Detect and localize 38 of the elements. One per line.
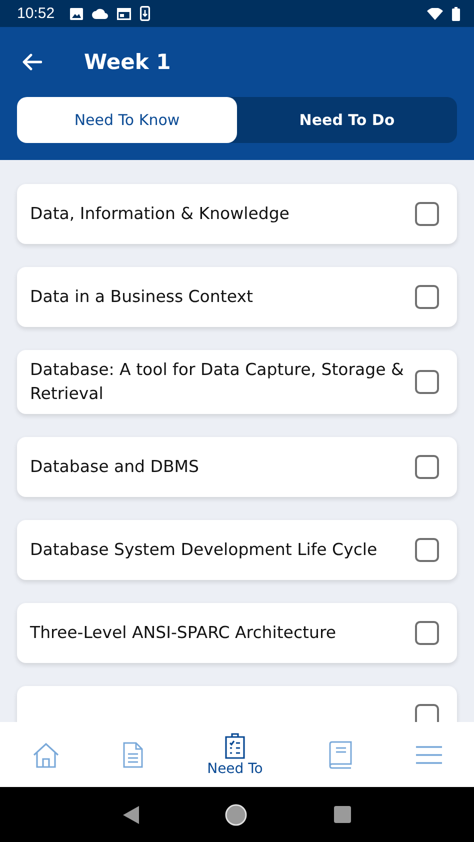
- topic-card[interactable]: Data in a Business Context: [17, 267, 457, 327]
- checkbox[interactable]: [415, 370, 439, 394]
- topic-card[interactable]: Three-Level ANSI-SPARC Architecture: [17, 603, 457, 663]
- checkbox[interactable]: [415, 455, 439, 479]
- page-title: Week 1: [84, 50, 171, 74]
- topic-title: Three-Level ANSI-SPARC Architecture: [30, 622, 338, 644]
- cloud-icon: [92, 8, 108, 19]
- image-icon: [70, 8, 83, 20]
- topic-card[interactable]: Database and DBMS: [17, 437, 457, 497]
- topic-title: Data in a Business Context: [30, 286, 254, 308]
- topic-title: Database and DBMS: [30, 456, 200, 478]
- book-icon: [326, 740, 353, 768]
- checkbox[interactable]: [415, 285, 439, 309]
- back-arrow-icon[interactable]: [22, 53, 42, 71]
- document-icon: [123, 742, 144, 768]
- battery-icon: [452, 6, 460, 20]
- wifi-icon: [427, 8, 443, 20]
- menu-icon: [416, 744, 442, 764]
- recents-icon[interactable]: [334, 806, 351, 823]
- home-button-icon[interactable]: [225, 804, 248, 826]
- checkbox[interactable]: [415, 621, 439, 645]
- clipboard-checklist-icon: [224, 732, 245, 758]
- topic-card[interactable]: Data, Information & Knowledge: [17, 184, 457, 244]
- download-icon: [140, 6, 150, 21]
- topic-title: Database System Development Life Cycle: [30, 539, 378, 561]
- topic-title: Data, Information & Knowledge: [30, 203, 290, 225]
- back-icon[interactable]: [123, 806, 140, 824]
- topic-card[interactable]: Database System Development Life Cycle: [17, 520, 457, 580]
- tab[interactable]: Need To Know: [17, 97, 237, 143]
- status-time: 10:52: [17, 5, 55, 22]
- tab[interactable]: Need To Do: [237, 97, 457, 143]
- checkbox[interactable]: [415, 202, 439, 226]
- home-icon: [32, 742, 60, 768]
- topic-title: Database: A tool for Data Capture, Storage & Retrieval: [30, 359, 405, 405]
- checkbox[interactable]: [415, 538, 439, 562]
- nav-item[interactable]: Need To: [199, 732, 271, 776]
- calendar-icon: [116, 8, 131, 20]
- topic-card[interactable]: Database: A tool for Data Capture, Storage & Retrieval: [17, 350, 457, 414]
